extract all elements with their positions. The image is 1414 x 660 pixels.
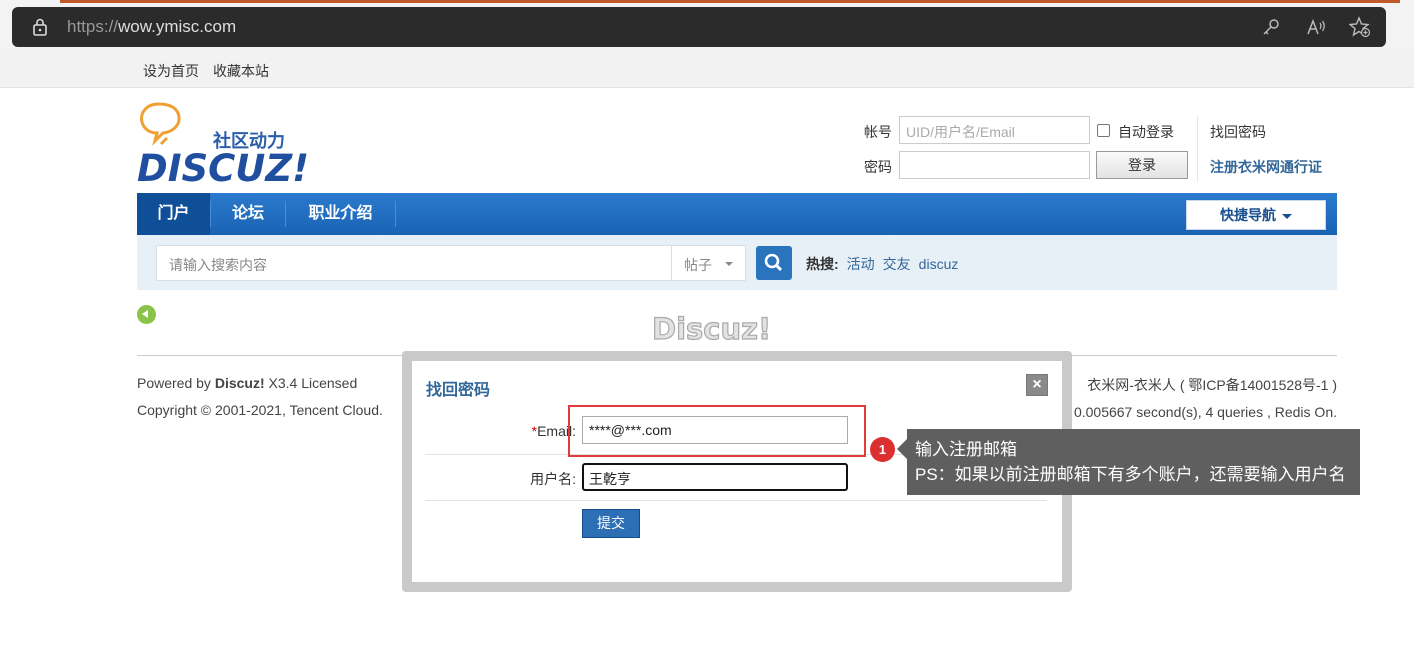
address-bar[interactable]: https://wow.ymisc.com [12, 7, 1386, 47]
password-input[interactable] [899, 151, 1090, 179]
form-row-divider [425, 500, 1047, 501]
nav-tab-jobs[interactable]: 职业介绍 [286, 193, 395, 235]
url-text[interactable]: https://wow.ymisc.com [67, 17, 236, 37]
back-arrow-icon[interactable] [137, 305, 156, 324]
account-input[interactable]: UID/用户名/Email [899, 116, 1090, 144]
email-highlight-box [568, 405, 866, 457]
caret-down-icon [1282, 213, 1292, 219]
logo-brand: DISCUZ! [137, 147, 307, 186]
powered-suffix: X3.4 Licensed [264, 375, 358, 391]
password-label: 密码 [864, 159, 892, 175]
login-divider [1197, 116, 1198, 182]
site-icp-info: 衣米网-衣米人 ( 鄂ICP备14001528号-1 ) [1087, 377, 1337, 393]
guide-tooltip: 输入注册邮箱 PS：如果以前注册邮箱下有多个账户，还需要输入用户名 [907, 429, 1360, 495]
favorite-star-icon[interactable] [1349, 16, 1371, 38]
dialog-title: 找回密码 [426, 382, 491, 399]
auto-login-checkbox[interactable] [1097, 124, 1110, 137]
nav-separator [395, 201, 396, 227]
url-host: wow.ymisc.com [118, 17, 237, 36]
browser-chrome: https://wow.ymisc.com [0, 0, 1414, 52]
account-label: 帐号 [864, 124, 892, 140]
tab-strip-edge [60, 0, 1400, 3]
search-icon [764, 253, 783, 272]
hot-term-link[interactable]: 交友 [883, 256, 911, 272]
nav-tab-forum[interactable]: 论坛 [211, 193, 285, 235]
set-homepage-link[interactable]: 设为首页 [143, 61, 199, 81]
quick-nav-label: 快捷导航 [1220, 207, 1276, 223]
email-label: *Email: [500, 423, 576, 439]
key-icon[interactable] [1260, 16, 1282, 38]
powered-brand-link[interactable]: Discuz! [215, 375, 265, 391]
search-type-value: 帖子 [684, 257, 712, 273]
tooltip-arrow [897, 439, 907, 459]
search-type-select[interactable]: 帖子 [671, 245, 746, 281]
page-stats: 0.005667 second(s), 4 queries , Redis On… [1073, 404, 1337, 420]
username-label: 用户名: [530, 471, 576, 487]
register-link[interactable]: 注册衣米网通行证 [1210, 157, 1322, 177]
hot-search: 热搜: 活动 交友 discuz [806, 254, 958, 274]
read-aloud-icon[interactable] [1305, 16, 1327, 38]
main-nav: 门户 论坛 职业介绍 [137, 193, 1337, 235]
auto-login-label[interactable]: 自动登录 [1118, 122, 1174, 142]
discuz-logo[interactable]: 社区动力 DISCUZ! [137, 100, 307, 186]
hot-search-label: 热搜: [806, 256, 839, 272]
username-field[interactable]: 王乾亨 [582, 463, 848, 491]
nav-tab-portal[interactable]: 门户 [137, 193, 210, 235]
powered-by: Powered by Discuz! X3.4 Licensed [137, 375, 357, 391]
top-links-bar: 设为首页 收藏本站 [0, 52, 1414, 88]
copyright-text: Copyright © 2001-2021, Tencent Cloud. [137, 402, 383, 418]
hot-term-link[interactable]: discuz [919, 256, 959, 272]
hot-term-link[interactable]: 活动 [847, 256, 875, 272]
caret-down-icon [725, 262, 733, 266]
tooltip-line-1: 输入注册邮箱 [915, 440, 1017, 459]
login-button[interactable]: 登录 [1096, 151, 1188, 179]
step-badge: 1 [870, 437, 895, 462]
lock-icon[interactable] [32, 18, 48, 36]
search-button[interactable] [756, 246, 792, 280]
forgot-password-link[interactable]: 找回密码 [1210, 122, 1266, 142]
submit-button[interactable]: 提交 [582, 509, 640, 538]
quick-nav-button[interactable]: 快捷导航 [1186, 200, 1326, 230]
discuz-watermark: Discuz! [651, 311, 772, 346]
powered-prefix: Powered by [137, 375, 215, 391]
close-icon[interactable]: × [1026, 374, 1048, 396]
tooltip-line-2: PS：如果以前注册邮箱下有多个账户，还需要输入用户名 [915, 465, 1346, 484]
bookmark-site-link[interactable]: 收藏本站 [213, 61, 269, 81]
search-input[interactable]: 请输入搜索内容 [156, 245, 672, 281]
url-protocol: https:// [67, 17, 119, 36]
